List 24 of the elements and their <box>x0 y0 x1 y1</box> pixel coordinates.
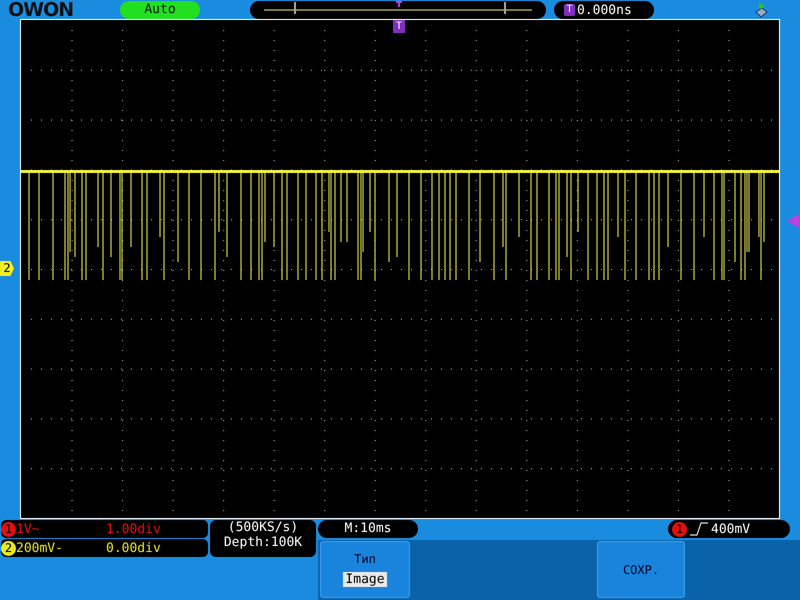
channel-number-badge: 1 <box>1 522 16 536</box>
channel-marker: 2 <box>0 261 14 276</box>
option-title: Тип <box>354 552 376 566</box>
trigger-level: 400mV <box>711 522 750 536</box>
usb-device-icon <box>754 2 768 18</box>
channel-scale: 200mV- <box>16 540 64 556</box>
menu-action-button[interactable]: COXP. <box>597 541 685 598</box>
option-value: Image <box>343 572 387 587</box>
memory-depth: Depth:100K <box>224 535 302 550</box>
menu-option-button[interactable]: Тип Image <box>320 541 410 598</box>
channel-number-badge: 2 <box>1 540 16 556</box>
trigger-position-marker: T <box>393 20 405 33</box>
trigger-time: 0.000ns <box>577 2 632 18</box>
sample-rate: (500KS/s) <box>228 520 298 535</box>
trigger-level-marker-icon <box>787 214 799 228</box>
run-mode-badge: Auto <box>120 1 200 19</box>
channel-offset: 0.00div <box>106 540 161 556</box>
trigger-marker: T <box>564 4 575 16</box>
channel-offset: 1.00div <box>106 522 161 536</box>
rising-edge-icon <box>690 522 708 536</box>
timebase-display: M:10ms <box>318 520 418 538</box>
trigger-source-badge: 1 <box>672 522 687 536</box>
channel-scale: 1V~ <box>16 522 40 536</box>
logo: OWON <box>7 0 74 21</box>
